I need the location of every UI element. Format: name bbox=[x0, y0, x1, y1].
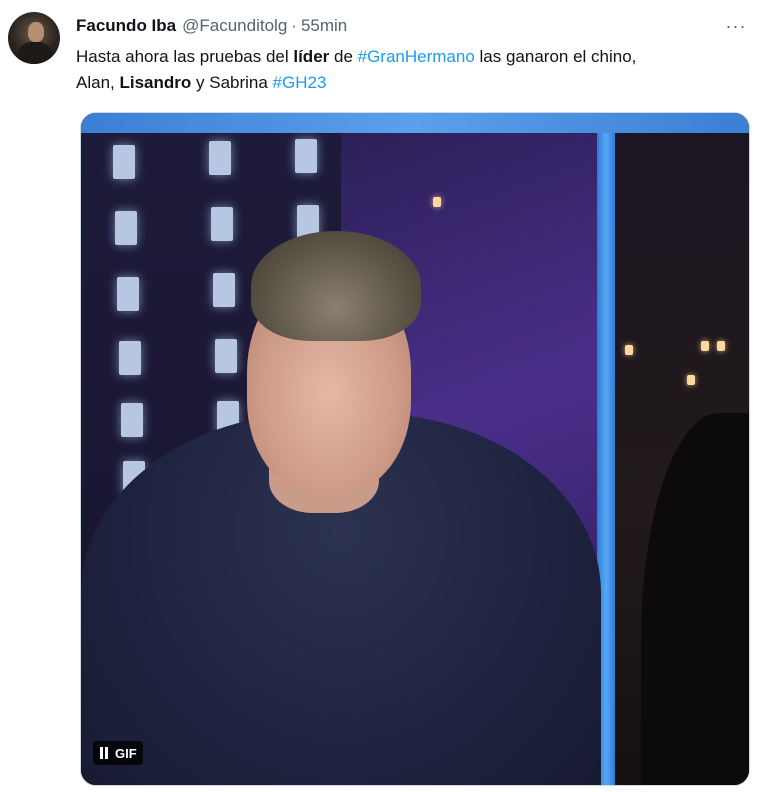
studio-light bbox=[121, 403, 143, 437]
text-segment: las ganaron el chino, bbox=[474, 47, 637, 66]
studio-light bbox=[211, 207, 233, 241]
gif-media[interactable]: GIF bbox=[80, 112, 750, 786]
avatar-face-shape bbox=[28, 22, 44, 42]
studio-light bbox=[295, 139, 317, 173]
studio-light bbox=[117, 277, 139, 311]
avatar[interactable] bbox=[8, 12, 60, 64]
background-window-light bbox=[701, 341, 709, 351]
gif-label: GIF bbox=[115, 745, 137, 761]
avatar-body-shape bbox=[18, 42, 52, 64]
hashtag-granhermano-link[interactable]: #GranHermano bbox=[358, 47, 475, 66]
bold-word-lider: líder bbox=[293, 47, 330, 66]
text-segment: y Sabrina bbox=[191, 73, 273, 92]
tweet-header: Facundo Iba @Facunditolg · 55min bbox=[76, 14, 347, 38]
author-handle[interactable]: @Facunditolg bbox=[182, 16, 287, 36]
person-hair-shape bbox=[251, 231, 421, 341]
pause-icon bbox=[99, 747, 109, 759]
text-segment: Alan, bbox=[76, 73, 120, 92]
gif-frame-illustration bbox=[81, 113, 749, 785]
background-window-light bbox=[625, 345, 633, 355]
studio-light bbox=[209, 141, 231, 175]
scene-blue-top-bar bbox=[81, 113, 749, 133]
text-segment: de bbox=[329, 47, 358, 66]
tweet-card[interactable]: Facundo Iba @Facunditolg · 55min ··· Has… bbox=[0, 0, 767, 792]
text-segment: Hasta ahora las pruebas del bbox=[76, 47, 294, 66]
tweet-text: Hasta ahora las pruebas del líder de #Gr… bbox=[76, 44, 746, 96]
studio-light bbox=[119, 341, 141, 375]
background-window-light bbox=[717, 341, 725, 351]
gif-pause-button[interactable]: GIF bbox=[93, 741, 143, 765]
more-options-button[interactable]: ··· bbox=[722, 14, 750, 38]
more-horizontal-icon: ··· bbox=[725, 15, 747, 36]
author-display-name[interactable]: Facundo Iba bbox=[76, 16, 176, 36]
studio-light bbox=[215, 339, 237, 373]
bold-word-lisandro: Lisandro bbox=[119, 73, 192, 92]
tweet-text-line-1: Hasta ahora las pruebas del líder de #Gr… bbox=[76, 44, 746, 70]
tweet-timestamp[interactable]: 55min bbox=[301, 16, 347, 36]
studio-light bbox=[113, 145, 135, 179]
studio-light bbox=[213, 273, 235, 307]
hashtag-gh23-link[interactable]: #GH23 bbox=[273, 73, 327, 92]
header-separator: · bbox=[291, 16, 297, 35]
background-window-light bbox=[433, 197, 441, 207]
background-window-light bbox=[687, 375, 695, 385]
tweet-text-line-2: Alan, Lisandro y Sabrina #GH23 bbox=[76, 70, 746, 96]
studio-light bbox=[115, 211, 137, 245]
